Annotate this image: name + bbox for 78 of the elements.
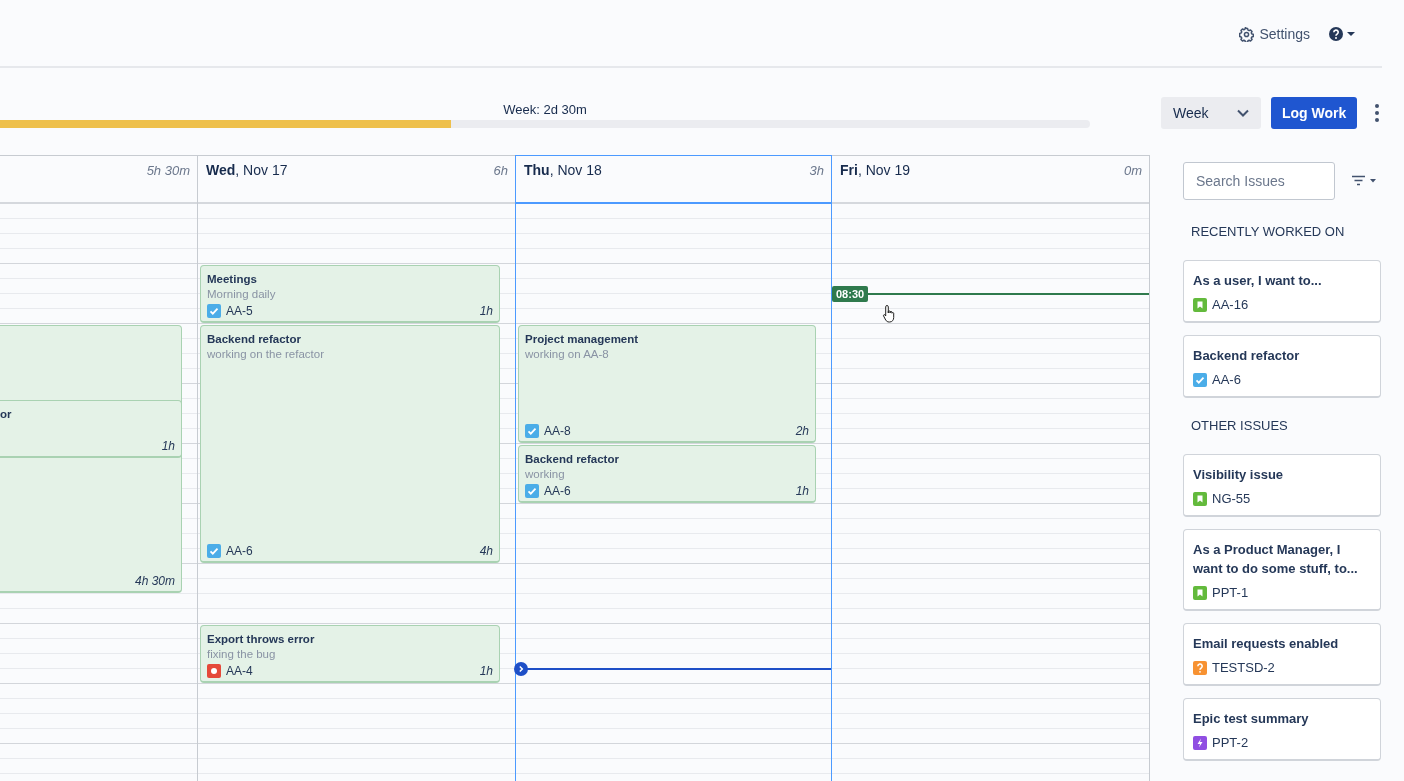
issue-card[interactable]: Email requests enabled TESTSD-2 (1183, 623, 1381, 686)
issue-key: AA-8 (544, 424, 571, 438)
worklog-card[interactable]: or 1h 4h 30m (0, 325, 182, 593)
lightning-icon (1193, 735, 1207, 750)
day-total: 3h (809, 162, 824, 178)
worklog-title: Export throws error (207, 632, 316, 647)
worklog-description: fixing the bug (207, 647, 277, 662)
gear-icon (1239, 26, 1255, 42)
view-select[interactable]: Week (1161, 96, 1261, 129)
issue-key: AA-6 (1212, 372, 1241, 387)
time-badge: 08:30 (832, 286, 869, 302)
worklog-card[interactable]: Project management working on AA-8 AA-8 2h (518, 325, 816, 443)
day-total: 5h 30m (146, 162, 190, 178)
worklog-description: Morning daily (207, 287, 277, 302)
worklog-duration: 4h (479, 544, 493, 558)
day-label: Wed, Nov 17 (206, 162, 288, 178)
worklog-duration: 4h 30m (134, 574, 175, 588)
worklog-card[interactable]: Export throws error fixing the bug AA-4 1h (200, 625, 500, 683)
worklog-duration: 1h (161, 439, 175, 453)
bookmark-icon (1193, 491, 1207, 506)
worklog-duration: 2h (795, 424, 809, 438)
issue-card[interactable]: Backend refactor AA-6 (1183, 335, 1381, 398)
check-icon (207, 544, 221, 558)
bookmark-icon (1193, 585, 1207, 600)
day-label: Fri, Nov 19 (840, 162, 911, 178)
worklog-duration: 1h (795, 484, 809, 498)
section-heading: RECENTLY WORKED ON (1191, 224, 1345, 240)
question-icon (1193, 660, 1207, 675)
worklog-title: Backend refactor (525, 452, 620, 467)
day-label: Thu, Nov 18 (524, 162, 602, 178)
issue-summary: Epic test summary (1193, 710, 1310, 728)
issue-key: PPT-2 (1212, 735, 1249, 750)
check-icon (207, 304, 221, 318)
help-icon (1328, 26, 1358, 42)
issue-key: AA-5 (226, 304, 253, 318)
issue-key: PPT-1 (1212, 585, 1249, 600)
issue-summary: Visibility issue (1193, 466, 1285, 484)
worklog-description: working on the refactor (207, 347, 325, 362)
check-icon (525, 484, 539, 498)
more-button[interactable] (1373, 101, 1382, 124)
issue-summary: As a Product Manager, I want to do some stuff, to... (1193, 541, 1359, 578)
check-icon (525, 424, 539, 438)
day-total: 6h (493, 162, 508, 178)
worklog-duration: 1h (479, 304, 493, 318)
issue-key: AA-6 (226, 544, 253, 558)
issue-card[interactable]: As a Product Manager, I want to do some stuff, to... PPT-1 (1183, 529, 1381, 611)
worklog-title: Meetings (207, 272, 258, 287)
issue-key: NG-55 (1212, 491, 1251, 506)
issue-key: AA-16 (1212, 297, 1249, 312)
bookmark-icon (1193, 297, 1207, 312)
check-icon (1193, 372, 1207, 387)
worklog-description: working on AA-8 (525, 347, 610, 362)
chevron-down-icon (1236, 107, 1250, 118)
settings-button[interactable]: Settings (1237, 24, 1312, 44)
issue-key: AA-4 (226, 664, 253, 678)
worklog-description: working (525, 467, 566, 482)
day-total: 0m (1123, 162, 1142, 178)
worklog-card[interactable]: Meetings Morning daily AA-5 1h (200, 265, 500, 323)
issue-key: TESTSD-2 (1212, 660, 1275, 675)
issue-summary: As a user, I want to... (1193, 272, 1323, 290)
time-marker-icon (514, 662, 528, 676)
issue-card[interactable]: As a user, I want to... AA-16 (1183, 260, 1381, 323)
worklog-title: Backend refactor (207, 332, 302, 347)
section-heading: OTHER ISSUES (1191, 418, 1288, 434)
week-total-label: Week: 2d 30m (503, 101, 587, 117)
worklog-title: Project management (525, 332, 640, 347)
issue-card[interactable]: Epic test summary PPT-2 (1183, 698, 1381, 761)
worklog-card[interactable]: Backend refactor working on the refactor AA-6 4h (200, 325, 500, 563)
issue-summary: Email requests enabled (1193, 635, 1340, 653)
issue-summary: Backend refactor (1193, 347, 1301, 365)
issue-key: AA-6 (544, 484, 571, 498)
search-field[interactable]: Search Issues (1183, 162, 1335, 200)
worklog-title: or (0, 407, 13, 422)
worklog-card[interactable]: or 1h (0, 400, 181, 458)
issue-card[interactable]: Visibility issue NG-55 (1183, 454, 1381, 517)
worklog-duration: 1h (479, 664, 493, 678)
worklog-card[interactable]: Backend refactor working AA-6 1h (518, 445, 816, 503)
log-work-button[interactable]: Log Work (1271, 96, 1358, 129)
